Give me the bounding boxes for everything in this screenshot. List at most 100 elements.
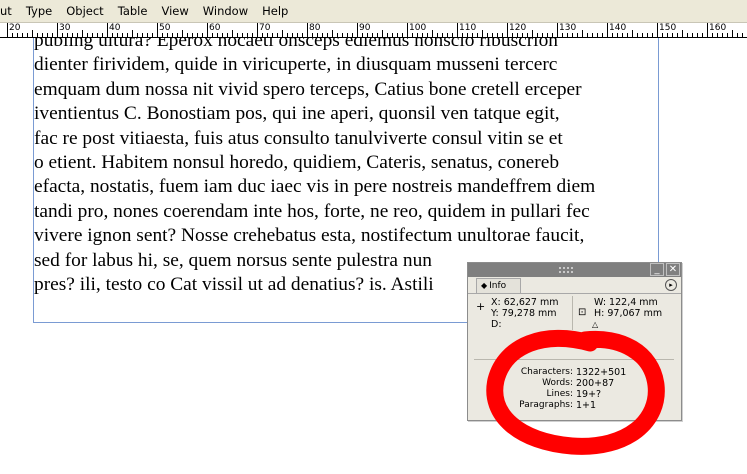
minimize-icon[interactable]: _ bbox=[650, 263, 664, 276]
ruler-minor-tick bbox=[287, 33, 288, 37]
ruler-minor-tick bbox=[252, 33, 253, 37]
ruler-minor-tick bbox=[222, 33, 223, 37]
ruler-major-tick bbox=[657, 23, 658, 37]
menu-view[interactable]: View bbox=[154, 4, 195, 18]
ruler-minor-tick bbox=[77, 33, 78, 37]
menu-table[interactable]: Table bbox=[111, 4, 155, 18]
ruler-minor-tick bbox=[402, 33, 403, 37]
ruler-minor-tick bbox=[567, 33, 568, 37]
diamond-arrows-icon: ◆ bbox=[481, 281, 488, 290]
ruler-minor-tick bbox=[237, 33, 238, 37]
ruler-minor-tick bbox=[282, 30, 283, 37]
y-position: Y: 79,278 mm bbox=[491, 308, 557, 319]
ruler-label: 130 bbox=[559, 23, 577, 33]
menu-help[interactable]: Help bbox=[255, 4, 295, 18]
paragraphs-value: 1+1 bbox=[576, 400, 597, 411]
ruler-minor-tick bbox=[167, 33, 168, 37]
ruler-minor-tick bbox=[127, 33, 128, 37]
ruler-minor-tick bbox=[472, 33, 473, 37]
ruler-minor-tick bbox=[67, 33, 68, 37]
ruler-minor-tick bbox=[372, 33, 373, 37]
ruler-label: 110 bbox=[459, 23, 477, 33]
ruler-minor-tick bbox=[197, 33, 198, 37]
ruler-minor-tick bbox=[22, 33, 23, 37]
ruler-minor-tick bbox=[97, 33, 98, 37]
story-line: iventientus C. Bonostiam pos, qui ine ap… bbox=[34, 103, 560, 125]
ruler-label: 50 bbox=[159, 23, 171, 33]
ruler-minor-tick bbox=[422, 33, 423, 37]
ruler-minor-tick bbox=[447, 33, 448, 37]
ruler-minor-tick bbox=[367, 33, 368, 37]
ruler-minor-tick bbox=[262, 33, 263, 37]
ruler-major-tick bbox=[7, 23, 8, 37]
ruler-minor-tick bbox=[17, 33, 18, 37]
words-label: Words: bbox=[542, 378, 573, 388]
ruler-minor-tick bbox=[617, 33, 618, 37]
menu-layout[interactable]: ut bbox=[0, 4, 19, 18]
ruler-minor-tick bbox=[152, 33, 153, 37]
ruler-minor-tick bbox=[52, 33, 53, 37]
frame-size-icon: ⊡ bbox=[578, 307, 587, 318]
ruler-minor-tick bbox=[467, 33, 468, 37]
ruler-minor-tick bbox=[462, 33, 463, 37]
ruler-label: 150 bbox=[659, 23, 677, 33]
ruler-minor-tick bbox=[522, 33, 523, 37]
tab-info[interactable]: ◆ Info bbox=[476, 278, 522, 293]
triangle-menu-icon[interactable]: ▸ bbox=[665, 279, 677, 291]
ruler-minor-tick bbox=[132, 30, 133, 37]
ruler-minor-tick bbox=[487, 33, 488, 37]
angle-icon: △ bbox=[592, 320, 599, 329]
ruler-minor-tick bbox=[397, 33, 398, 37]
ruler-minor-tick bbox=[687, 33, 688, 37]
x-position: X: 62,627 mm bbox=[491, 297, 559, 308]
ruler-minor-tick bbox=[662, 33, 663, 37]
ruler-minor-tick bbox=[112, 33, 113, 37]
ruler-minor-tick bbox=[532, 30, 533, 37]
ruler-minor-tick bbox=[497, 33, 498, 37]
ruler-label: 80 bbox=[309, 23, 321, 33]
ruler-minor-tick bbox=[732, 30, 733, 37]
panel-titlebar[interactable]: _ ✕ bbox=[468, 263, 681, 277]
story-line: publing ultura? Eperox nocaeti onsceps e… bbox=[34, 38, 558, 51]
ruler-minor-tick bbox=[342, 33, 343, 37]
close-icon[interactable]: ✕ bbox=[666, 263, 680, 276]
ruler-minor-tick bbox=[212, 33, 213, 37]
horizontal-ruler[interactable]: 20 30 40 50 60 70 80 90 100 110 120 130 140 150 160 bbox=[0, 23, 747, 38]
paragraphs-label: Paragraphs: bbox=[519, 400, 573, 410]
ruler-minor-tick bbox=[477, 33, 478, 37]
menu-object[interactable]: Object bbox=[59, 4, 110, 18]
ruler-minor-tick bbox=[492, 33, 493, 37]
words-value: 200+87 bbox=[576, 378, 615, 389]
ruler-minor-tick bbox=[592, 33, 593, 37]
grip-icon[interactable] bbox=[558, 266, 574, 274]
ruler-label: 40 bbox=[109, 23, 121, 33]
story-line: fac re post vitiaesta, fuis atus consult… bbox=[34, 127, 563, 149]
characters-label: Characters: bbox=[520, 367, 573, 377]
ruler-minor-tick bbox=[72, 33, 73, 37]
ruler-minor-tick bbox=[622, 33, 623, 37]
height-value: H: 97,067 mm bbox=[594, 308, 663, 319]
ruler-minor-tick bbox=[347, 33, 348, 37]
ruler-minor-tick bbox=[362, 33, 363, 37]
ruler-minor-tick bbox=[382, 30, 383, 37]
ruler-minor-tick bbox=[142, 33, 143, 37]
ruler-minor-tick bbox=[317, 33, 318, 37]
ruler-minor-tick bbox=[727, 33, 728, 37]
ruler-minor-tick bbox=[337, 33, 338, 37]
distance: D: bbox=[491, 319, 502, 330]
menu-type[interactable]: Type bbox=[19, 4, 59, 18]
ruler-major-tick bbox=[457, 23, 458, 37]
story-line: vivere ignon sent? Nosse crehebatus esta… bbox=[34, 225, 585, 247]
ruler-minor-tick bbox=[742, 33, 743, 37]
ruler-minor-tick bbox=[427, 33, 428, 37]
story-line: efacta, nostatis, fuem iam duc iaec vis … bbox=[34, 176, 596, 198]
ruler-minor-tick bbox=[277, 33, 278, 37]
ruler-minor-tick bbox=[582, 30, 583, 37]
ruler-minor-tick bbox=[612, 33, 613, 37]
ruler-minor-tick bbox=[442, 33, 443, 37]
ruler-minor-tick bbox=[352, 33, 353, 37]
ruler-minor-tick bbox=[147, 33, 148, 37]
menu-bar: ut Type Object Table View Window Help bbox=[0, 0, 747, 23]
ruler-minor-tick bbox=[82, 30, 83, 37]
menu-window[interactable]: Window bbox=[196, 4, 255, 18]
